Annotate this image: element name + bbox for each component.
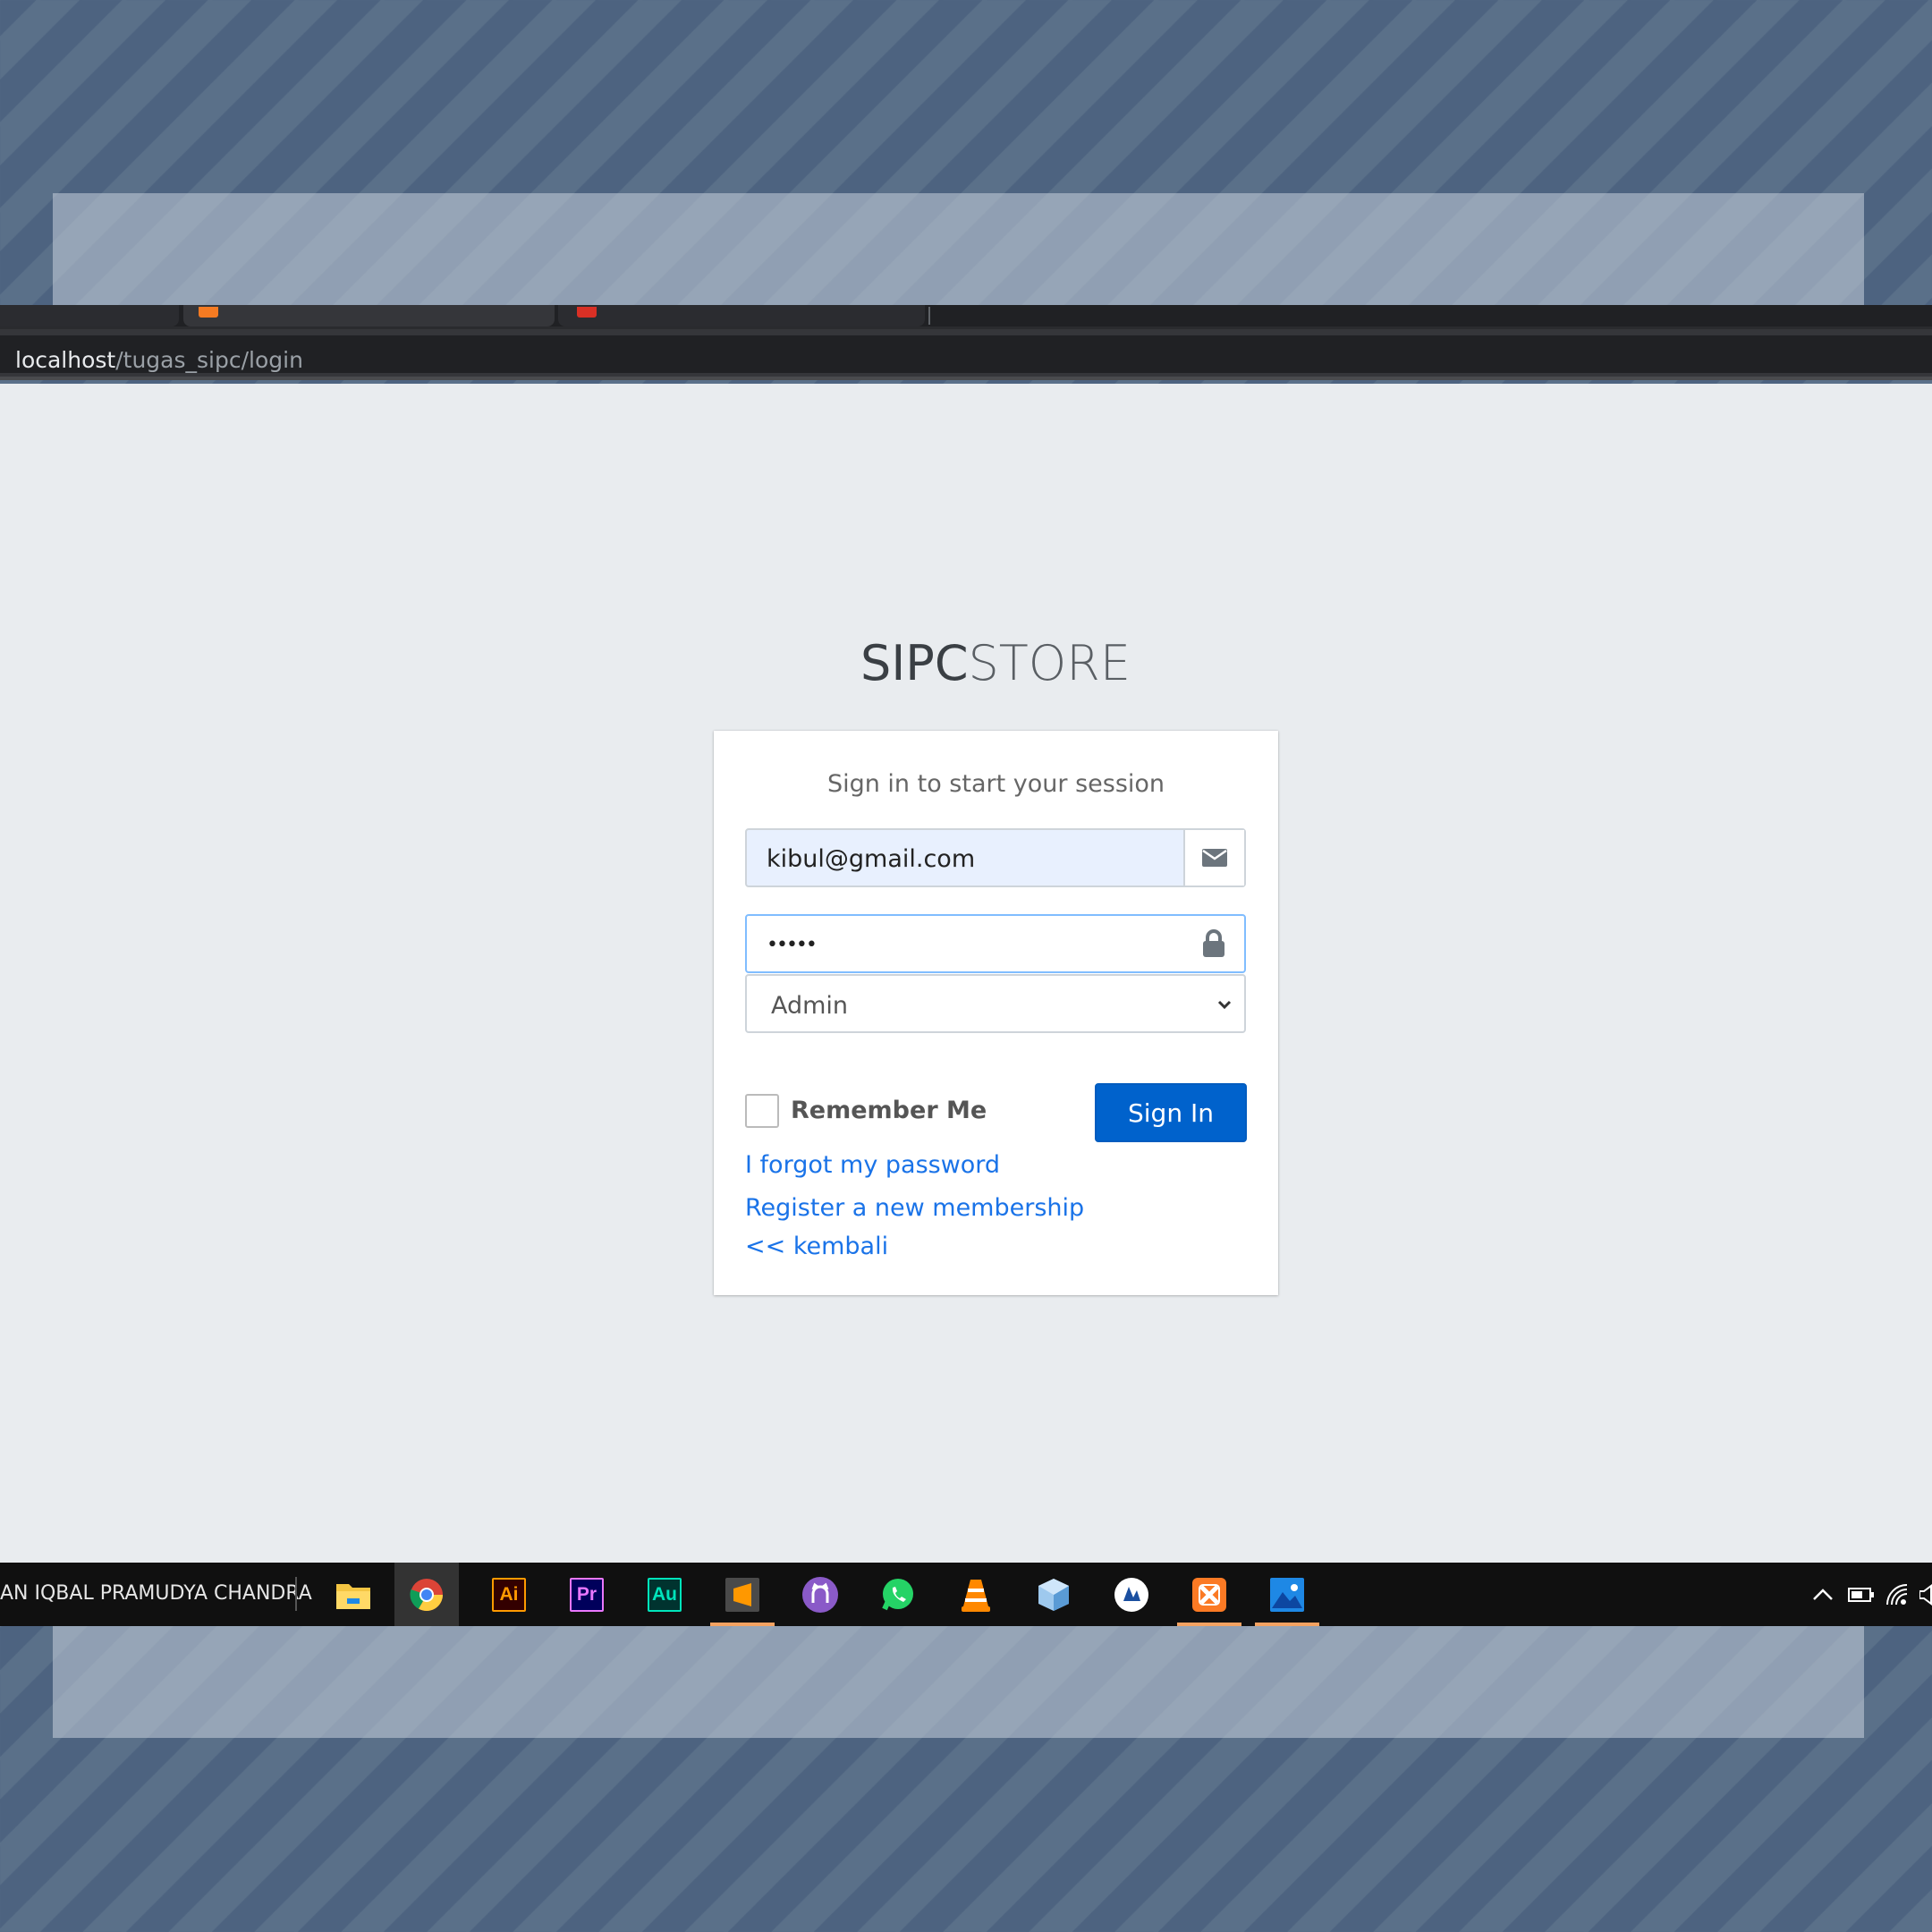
overlay-band-top	[53, 193, 1864, 305]
taskbar-separator	[295, 1577, 297, 1611]
app-circle-icon[interactable]	[1099, 1563, 1164, 1626]
taskbar: AN IQBAL PRAMUDYA CHANDRA Ai Pr Au	[0, 1563, 1932, 1626]
virtualbox-icon[interactable]	[1021, 1563, 1086, 1626]
role-select[interactable]: Admin	[745, 974, 1246, 1033]
sign-in-button[interactable]: Sign In	[1095, 1083, 1247, 1142]
premiere-label: Pr	[570, 1577, 604, 1612]
browser-tab[interactable]	[0, 305, 179, 326]
browser-tab[interactable]	[558, 305, 925, 326]
login-logo[interactable]: SIPCSTORE	[0, 635, 1932, 691]
wifi-icon[interactable]	[1885, 1563, 1909, 1626]
email-field[interactable]: kibul@gmail.com	[767, 845, 975, 873]
lock-icon	[1183, 916, 1244, 971]
tab-favicon-icon	[199, 307, 218, 318]
browser-toolbar: localhost/tugas_sipc/login	[0, 326, 1932, 380]
photos-icon[interactable]	[1255, 1563, 1319, 1626]
login-card: Sign in to start your session kibul@gmai…	[714, 731, 1278, 1295]
envelope-icon	[1183, 830, 1244, 886]
brand-strong: SIPC	[860, 635, 969, 691]
github-desktop-icon[interactable]	[788, 1563, 852, 1626]
tab-separator	[928, 307, 930, 325]
vlc-icon[interactable]	[944, 1563, 1008, 1626]
taskbar-user-name: AN IQBAL PRAMUDYA CHANDRA	[0, 1582, 312, 1605]
show-hidden-icons-icon[interactable]	[1810, 1563, 1835, 1626]
back-link[interactable]: << kembali	[745, 1233, 888, 1260]
audition-icon[interactable]: Au	[632, 1563, 697, 1626]
volume-icon[interactable]	[1919, 1563, 1932, 1626]
register-link[interactable]: Register a new membership	[745, 1194, 1084, 1222]
address-url[interactable]: localhost/tugas_sipc/login	[15, 347, 303, 373]
premiere-icon[interactable]: Pr	[555, 1563, 619, 1626]
brand-light: STORE	[968, 635, 1131, 691]
illustrator-icon[interactable]: Ai	[477, 1563, 541, 1626]
remember-me-checkbox[interactable]	[745, 1094, 779, 1128]
password-field[interactable]: •••••	[767, 934, 818, 956]
password-input-group: •••••	[745, 914, 1246, 973]
login-page: SIPCSTORE Sign in to start your session …	[0, 384, 1932, 1563]
chrome-icon[interactable]	[394, 1563, 459, 1626]
browser-tab-strip	[0, 305, 1932, 326]
battery-icon[interactable]	[1848, 1563, 1875, 1626]
illustrator-label: Ai	[492, 1577, 526, 1612]
login-box-message: Sign in to start your session	[826, 770, 1165, 798]
remember-me-label[interactable]: Remember Me	[791, 1097, 987, 1124]
xampp-icon[interactable]	[1177, 1563, 1241, 1626]
file-explorer-icon[interactable]	[321, 1563, 386, 1626]
address-host: localhost	[15, 347, 116, 373]
role-select-value: Admin	[771, 992, 849, 1020]
address-path: /tugas_sipc/login	[115, 347, 303, 373]
address-bar[interactable]: localhost/tugas_sipc/login	[0, 335, 1932, 373]
tab-favicon-icon	[577, 307, 597, 318]
overlay-band-bottom	[53, 1626, 1864, 1738]
chevron-down-icon	[1216, 996, 1233, 1018]
forgot-password-link[interactable]: I forgot my password	[745, 1151, 1000, 1179]
whatsapp-icon[interactable]	[866, 1563, 930, 1626]
email-input-group: kibul@gmail.com	[745, 828, 1246, 887]
browser-tab-active[interactable]	[183, 305, 555, 326]
sublime-text-icon[interactable]	[710, 1563, 775, 1626]
audition-label: Au	[648, 1577, 682, 1612]
